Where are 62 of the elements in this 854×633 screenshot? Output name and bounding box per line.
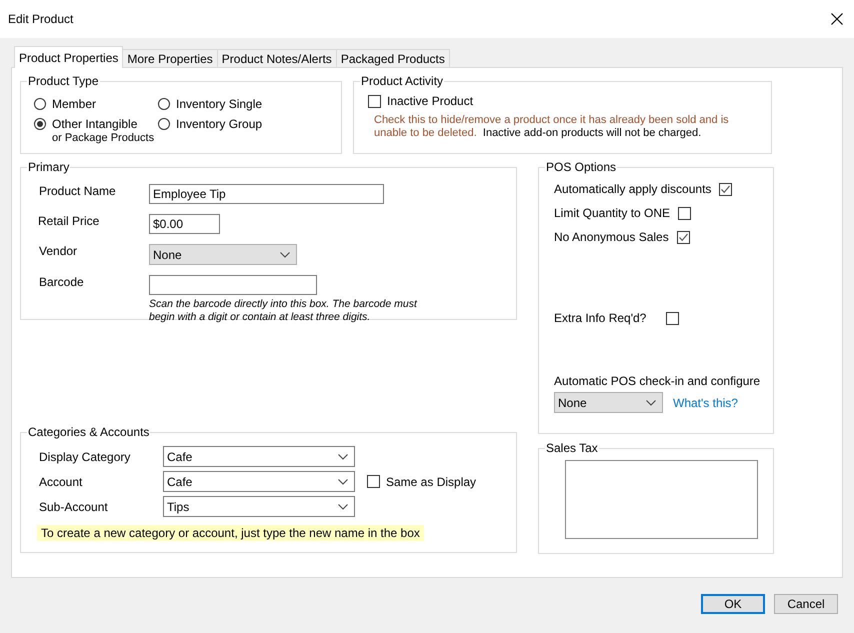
field-label: Barcode [39, 275, 85, 289]
group-title: Primary [28, 160, 70, 174]
input-field[interactable]: $0.00 [149, 214, 220, 234]
chevron-down-icon [338, 478, 348, 484]
radio-sublabel: or Package Products [52, 132, 154, 144]
radio-button[interactable] [158, 98, 170, 110]
checkbox[interactable] [367, 475, 380, 488]
window-title: Edit Product [8, 12, 74, 26]
combo-box[interactable]: Cafe [163, 446, 355, 467]
field-label: Vendor [39, 244, 78, 258]
group-title: Sales Tax [546, 441, 598, 455]
field-label: Product Name [39, 184, 117, 198]
radio-label: Inventory Single [176, 97, 262, 111]
chevron-down-icon [338, 504, 348, 510]
field-label: Retail Price [38, 214, 100, 228]
checkbox-label: Limit Quantity to ONE [554, 206, 670, 220]
radio-button[interactable] [158, 118, 170, 130]
checkbox[interactable] [719, 182, 732, 196]
checkbox-label: Inactive Product [387, 94, 474, 108]
dropdown[interactable]: None [149, 244, 297, 265]
help-text: Check this to hide/remove a product once it has already been sold and is unable to be deleted. Inactive add-on products will not be charged. [374, 114, 730, 140]
group-title: Product Type [28, 74, 98, 88]
checkbox[interactable] [368, 94, 381, 108]
checkbox[interactable] [676, 230, 690, 244]
dropdown[interactable]: None [554, 392, 663, 413]
group-title: Categories & Accounts [28, 425, 150, 439]
chevron-down-icon [646, 400, 656, 406]
group-title: Product Activity [361, 74, 444, 88]
combo-box[interactable]: Tips [163, 496, 355, 517]
list-box[interactable] [565, 460, 758, 539]
field-label: Account [39, 474, 84, 488]
chevron-down-icon [280, 252, 290, 258]
field-label: Automatic POS check-in and configure [554, 374, 760, 388]
tab[interactable]: Product Properties [14, 46, 124, 68]
close-icon[interactable] [831, 13, 843, 25]
checkbox[interactable] [666, 312, 679, 324]
radio-label: Other Intangible [52, 117, 138, 131]
checkbox-label: No Anonymous Sales [554, 230, 669, 244]
checkbox-label: Same as Display [386, 474, 476, 488]
dialog-button[interactable]: OK [701, 594, 765, 614]
input-field[interactable] [149, 275, 317, 295]
tab[interactable]: Packaged Products [336, 49, 450, 67]
help-link[interactable]: What's this? [673, 396, 738, 410]
tab[interactable]: More Properties [122, 49, 218, 67]
checkmark-icon [720, 184, 732, 194]
chevron-down-icon [338, 454, 348, 460]
hint-text: Scan the barcode directly into this box. The barcode must begin with a digit or contain at least three digits. [149, 298, 418, 324]
radio-label: Inventory Group [176, 117, 262, 131]
tip-text: To create a new category or account, just type the new name in the box [37, 525, 424, 541]
dialog-button[interactable]: Cancel [774, 594, 838, 614]
radio-button[interactable] [34, 98, 46, 110]
input-field[interactable]: Employee Tip [149, 184, 384, 204]
checkmark-icon [678, 232, 689, 242]
combo-box[interactable]: Cafe [163, 471, 355, 492]
field-label: Sub-Account [39, 500, 109, 514]
checkbox-label: Automatically apply discounts [554, 182, 712, 196]
checkbox[interactable] [678, 206, 692, 220]
radio-label: Member [52, 97, 96, 111]
checkbox-label: Extra Info Req'd? [554, 311, 648, 325]
group-title: POS Options [546, 160, 616, 174]
radio-button[interactable] [34, 118, 46, 130]
field-label: Display Category [39, 450, 132, 464]
